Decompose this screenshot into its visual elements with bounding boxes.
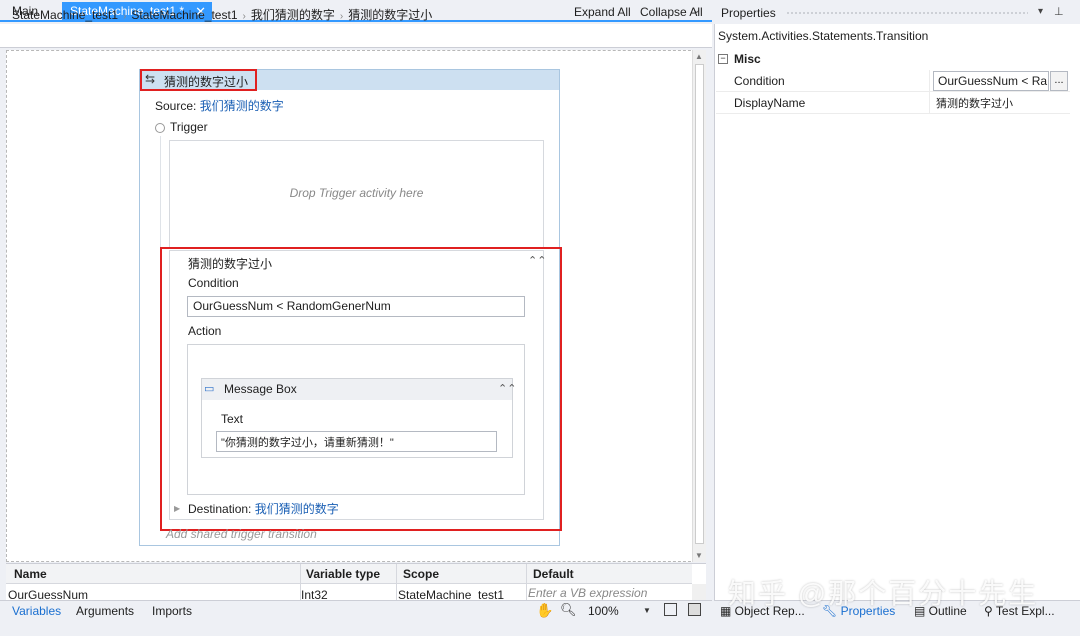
properties-category: Misc xyxy=(734,52,761,66)
source-link[interactable]: 我们猜测的数字 xyxy=(200,99,284,113)
tab-variables[interactable]: Variables xyxy=(12,604,61,618)
highlight-box xyxy=(160,247,562,531)
collapse-all-button[interactable]: Collapse All xyxy=(640,5,703,19)
breadcrumb-item[interactable]: StateMachine_test1 xyxy=(131,8,237,22)
collapse-toggle-icon[interactable]: − xyxy=(718,54,728,64)
trigger-radio[interactable] xyxy=(155,123,165,133)
fit-to-screen-icon[interactable] xyxy=(664,603,677,616)
drag-grip[interactable] xyxy=(786,11,1028,15)
pan-hand-icon[interactable]: ✋ xyxy=(536,602,553,619)
breadcrumb-separator: › xyxy=(339,11,344,22)
tab-imports[interactable]: Imports xyxy=(152,604,192,618)
zoom-level[interactable]: 100% xyxy=(588,604,619,618)
source-label: Source: 我们猜测的数字 xyxy=(155,97,284,114)
zoom-dropdown-icon[interactable]: ▼ xyxy=(643,606,651,615)
tab-arguments[interactable]: Arguments xyxy=(76,604,134,618)
scroll-up-icon[interactable]: ▲ xyxy=(695,52,703,61)
vertical-scrollbar[interactable]: ▲ ▼ xyxy=(692,50,706,562)
source-prefix: Source: xyxy=(155,99,200,113)
scroll-down-icon[interactable]: ▼ xyxy=(695,551,703,560)
property-divider[interactable] xyxy=(929,70,930,114)
ellipsis-button[interactable]: ... xyxy=(1050,71,1068,91)
watermark: 知乎 @那个百分十先生 xyxy=(728,578,1039,609)
breadcrumb-bar xyxy=(0,24,712,48)
chevron-down-icon[interactable]: ▾ xyxy=(1038,6,1043,17)
property-condition-input[interactable]: OurGuessNum < Ra xyxy=(933,71,1049,91)
pin-icon[interactable]: ⊥ xyxy=(1054,5,1064,18)
column-header-scope[interactable]: Scope xyxy=(403,567,439,581)
add-shared-trigger[interactable]: Add shared trigger transition xyxy=(166,527,317,541)
breadcrumb: StateMachine_test1 › StateMachine_test1 › 我们… xyxy=(12,6,432,23)
column-header-default[interactable]: Default xyxy=(533,567,574,581)
expand-all-button[interactable]: Expand All xyxy=(574,5,631,19)
breadcrumb-item[interactable]: 我们猜测的数字 xyxy=(251,8,335,22)
breadcrumb-item[interactable]: StateMachine_test1 xyxy=(12,8,118,22)
breadcrumb-item[interactable]: 猜测的数字过小 xyxy=(348,8,432,22)
drop-placeholder: Drop Trigger activity here xyxy=(289,186,424,200)
column-header-name[interactable]: Name xyxy=(14,567,47,581)
property-condition-label: Condition xyxy=(734,74,785,88)
breadcrumb-separator: › xyxy=(242,11,246,22)
property-displayname-value[interactable]: 猜测的数字过小 xyxy=(936,95,1013,111)
column-divider xyxy=(526,564,527,600)
scrollbar-thumb[interactable] xyxy=(695,64,704,544)
properties-title: Properties xyxy=(721,6,776,20)
highlight-box xyxy=(140,69,257,91)
column-divider xyxy=(396,564,397,600)
properties-type: System.Activities.Statements.Transition xyxy=(718,29,929,43)
property-displayname-label: DisplayName xyxy=(734,96,806,110)
trigger-label: Trigger xyxy=(170,120,208,134)
column-header-type[interactable]: Variable type xyxy=(306,567,380,581)
variables-scrollbar[interactable] xyxy=(692,584,706,600)
breadcrumb-separator: › xyxy=(123,11,127,22)
overview-icon[interactable] xyxy=(688,603,701,616)
zoom-icon[interactable]: 🔍︎ xyxy=(560,602,577,618)
